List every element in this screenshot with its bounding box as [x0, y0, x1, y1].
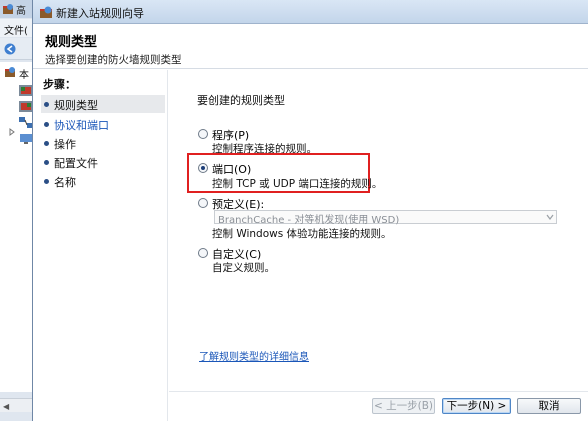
- footer-divider: [169, 391, 588, 392]
- port-option-label[interactable]: 端口(O): [212, 161, 251, 177]
- program-radio[interactable]: [198, 129, 208, 139]
- menu-file[interactable]: 文件(: [4, 22, 28, 37]
- steps-heading: 步骤：: [43, 78, 76, 91]
- step-bullet-icon: [44, 179, 49, 184]
- step-bullet-icon: [44, 141, 49, 146]
- chevron-down-icon[interactable]: [546, 214, 554, 220]
- firewall-icon: [3, 4, 13, 14]
- predefined-select-value: BranchCache - 对等机发现(使用 WSD): [218, 215, 400, 226]
- expand-arrow-icon[interactable]: [8, 128, 16, 136]
- step-bullet-icon: [44, 160, 49, 165]
- firewall-icon: [5, 67, 15, 77]
- scroll-left-icon[interactable]: ◀: [3, 402, 9, 411]
- custom-radio[interactable]: [198, 248, 208, 258]
- step-bullet-icon: [44, 122, 49, 127]
- step-label: 规则类型: [54, 99, 98, 112]
- step-rule-type: 规则类型: [41, 95, 165, 113]
- cancel-button[interactable]: 取消: [517, 398, 581, 414]
- step-name: 名称: [41, 172, 165, 190]
- background-window-title: 高: [16, 6, 26, 17]
- back-arrow-icon[interactable]: [3, 43, 17, 55]
- wizard-header: 规则类型 选择要创建的防火墙规则类型: [33, 25, 588, 69]
- tree-root-label[interactable]: 本: [19, 66, 29, 81]
- step-label: 配置文件: [54, 157, 98, 170]
- step-label[interactable]: 协议和端口: [54, 117, 109, 133]
- dialog-titlebar[interactable]: 新建入站规则向导: [33, 0, 588, 24]
- step-bullet-icon: [44, 102, 49, 107]
- step-label: 操作: [54, 138, 76, 151]
- page-title: 规则类型: [45, 35, 98, 50]
- custom-option-desc: 自定义规则。: [212, 262, 275, 274]
- next-button[interactable]: 下一步(N) >: [442, 398, 511, 414]
- firewall-icon: [40, 6, 52, 18]
- predefined-option-desc: 控制 Windows 体验功能连接的规则。: [212, 228, 392, 240]
- back-button[interactable]: < 上一步(B): [372, 398, 435, 414]
- step-profile: 配置文件: [41, 153, 165, 171]
- steps-panel: 步骤： 规则类型 协议和端口 操作 配置文件 名称: [33, 70, 168, 421]
- port-radio[interactable]: [198, 163, 208, 173]
- dialog-title: 新建入站规则向导: [56, 7, 144, 20]
- predefined-rule-select[interactable]: BranchCache - 对等机发现(使用 WSD): [214, 210, 557, 226]
- predefined-radio[interactable]: [198, 198, 208, 208]
- page-subtitle: 选择要创建的防火墙规则类型: [45, 54, 182, 66]
- step-protocol-and-ports[interactable]: 协议和端口: [41, 115, 165, 133]
- step-label: 名称: [54, 176, 76, 189]
- port-option-desc: 控制 TCP 或 UDP 端口连接的规则。: [212, 178, 383, 190]
- rule-type-prompt: 要创建的规则类型: [197, 94, 285, 107]
- learn-more-link[interactable]: 了解规则类型的详细信息: [199, 348, 309, 363]
- new-inbound-rule-wizard: 新建入站规则向导 规则类型 选择要创建的防火墙规则类型 步骤： 规则类型 协议和…: [32, 0, 588, 421]
- step-action: 操作: [41, 134, 165, 152]
- wizard-content: 要创建的规则类型 程序(P) 控制程序连接的规则。 端口(O) 控制 TCP 或…: [169, 70, 588, 390]
